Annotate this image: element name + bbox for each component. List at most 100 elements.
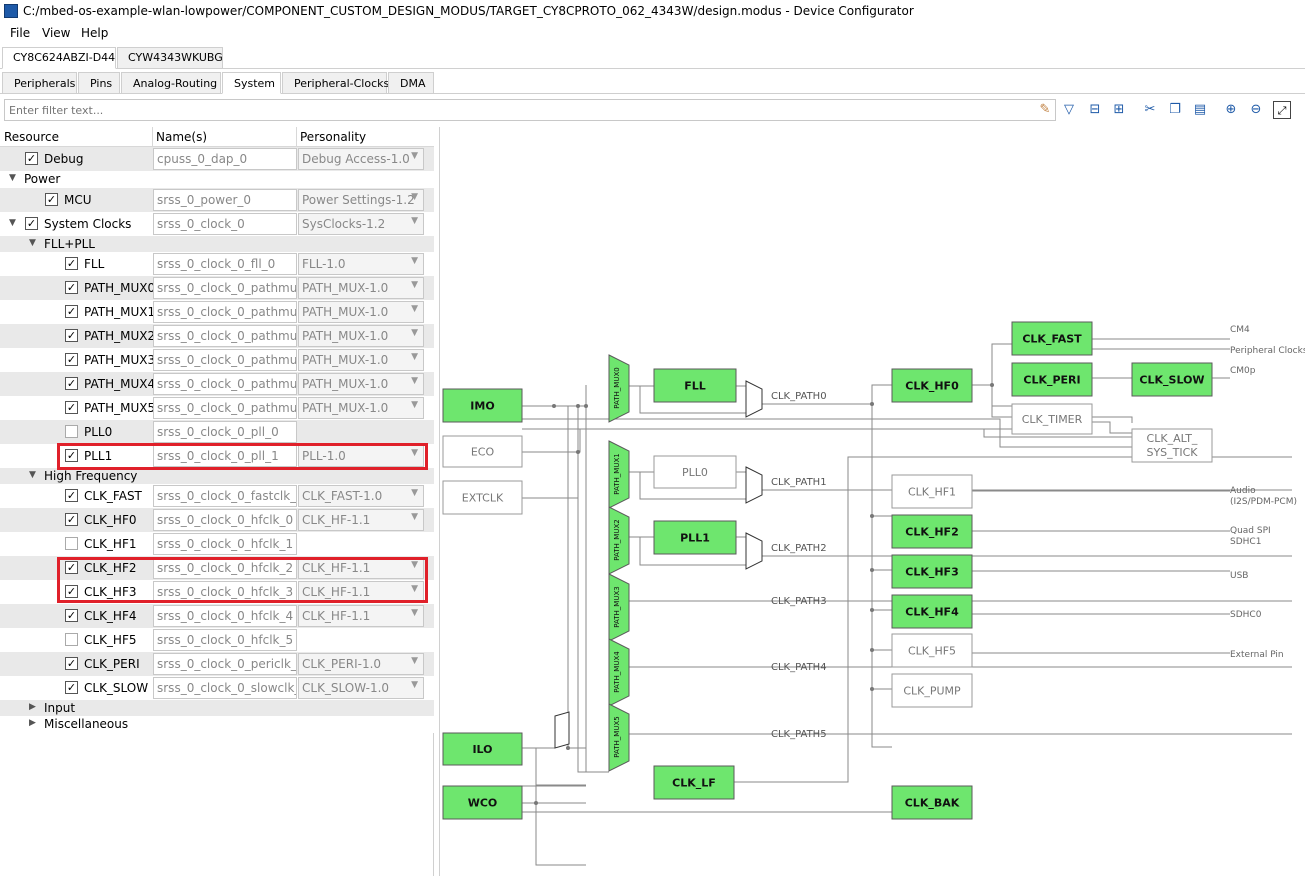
tree-row[interactable]: ✓ CLK_FAST srss_0_clock_0_fastclk_0 CLK_FAS… (0, 484, 434, 508)
collapse-all-icon[interactable]: ⊟ (1086, 101, 1104, 119)
personality-select[interactable]: PLL-1.0 ▼ (298, 445, 424, 467)
personality-select[interactable]: CLK_HF-1.1 ▼ (298, 581, 424, 603)
column-names[interactable]: Name(s) (156, 130, 207, 144)
collapse-arrow-icon[interactable]: ▼ (9, 173, 16, 183)
source-wco[interactable]: WCO (442, 785, 523, 820)
personality-select[interactable]: CLK_PERI-1.0 ▼ (298, 653, 424, 675)
instance-name-field[interactable]: srss_0_clock_0_hfclk_5 (153, 629, 297, 651)
personality-select[interactable]: PATH_MUX-1.0 ▼ (298, 373, 424, 395)
filter-icon[interactable]: ▽ (1060, 101, 1078, 119)
chevron-down-icon[interactable]: ▼ (411, 608, 418, 618)
tree-row[interactable]: ▶ Input (0, 700, 434, 716)
tree-row[interactable]: ✓ CLK_HF0 srss_0_clock_0_hfclk_0 CLK_HF-1.1… (0, 508, 434, 532)
tree-row[interactable]: ✓ CLK_HF3 srss_0_clock_0_hfclk_3 CLK_HF-1.1… (0, 580, 434, 604)
clk-timer-block[interactable]: CLK_TIMER (1011, 403, 1093, 435)
enable-checkbox[interactable]: ✓ (65, 681, 78, 694)
clk-slow-block[interactable]: CLK_SLOW (1131, 362, 1213, 397)
tab-device-cy8c624abzi[interactable]: CY8C624ABZI-D44 (2, 47, 116, 69)
personality-select[interactable]: PATH_MUX-1.0 ▼ (298, 349, 424, 371)
tree-row[interactable]: ✓ PLL1 srss_0_clock_0_pll_1 PLL-1.0 ▼ (0, 444, 434, 468)
copy-icon[interactable]: ❐ (1166, 101, 1184, 119)
collapse-arrow-icon[interactable]: ▼ (29, 238, 36, 248)
pll0-block[interactable]: PLL0 (653, 455, 737, 489)
hf-clock-2[interactable]: CLK_HF2 (891, 514, 973, 549)
personality-select[interactable]: PATH_MUX-1.0 ▼ (298, 397, 424, 419)
instance-name-field[interactable]: srss_0_clock_0_fll_0 (153, 253, 297, 275)
path-select-mux[interactable] (745, 532, 763, 570)
tree-row[interactable]: CLK_HF5 srss_0_clock_0_hfclk_5 (0, 628, 434, 652)
tree-row[interactable]: CLK_HF1 srss_0_clock_0_hfclk_1 (0, 532, 434, 556)
tab-dma[interactable]: DMA (388, 72, 434, 94)
instance-name-field[interactable]: srss_0_clock_0_hfclk_4 (153, 605, 297, 627)
enable-checkbox[interactable] (65, 633, 78, 646)
fll-block[interactable]: FLL (653, 368, 737, 403)
chevron-down-icon[interactable]: ▼ (411, 304, 418, 314)
instance-name-field[interactable]: srss_0_clock_0_periclk_0 (153, 653, 297, 675)
instance-name-field[interactable]: srss_0_clock_0 (153, 213, 297, 235)
tab-system[interactable]: System (222, 72, 281, 94)
path-mux-4[interactable]: PATH_MUX4 (608, 638, 630, 707)
source-extclk[interactable]: EXTCLK (442, 480, 523, 515)
clk-lf-block[interactable]: CLK_LF (653, 765, 735, 800)
enable-checkbox[interactable] (65, 425, 78, 438)
personality-select[interactable]: CLK_HF-1.1 ▼ (298, 605, 424, 627)
fit-to-window-icon[interactable]: ⤢ (1273, 101, 1291, 119)
tree-row[interactable]: ✓PATH_MUX1srss_0_clock_0_pathmux_1PATH_M… (0, 300, 434, 324)
column-personality[interactable]: Personality (300, 130, 366, 144)
enable-checkbox[interactable]: ✓ (65, 513, 78, 526)
pll1-block[interactable]: PLL1 (653, 520, 737, 555)
personality-select[interactable]: CLK_SLOW-1.0 ▼ (298, 677, 424, 699)
tab-peripherals[interactable]: Peripherals (2, 72, 77, 94)
enable-checkbox[interactable]: ✓ (65, 329, 78, 342)
tree-row[interactable]: ✓ CLK_HF2 srss_0_clock_0_hfclk_2 CLK_HF-1.1… (0, 556, 434, 580)
tree-row[interactable]: ✓ Debug cpuss_0_dap_0 Debug Access-1.0 ▼ (0, 147, 434, 171)
chevron-down-icon[interactable]: ▼ (411, 376, 418, 386)
personality-select[interactable]: PATH_MUX-1.0 ▼ (298, 325, 424, 347)
personality-select[interactable]: CLK_HF-1.1 ▼ (298, 509, 424, 531)
tree-row[interactable]: ✓ CLK_PERI srss_0_clock_0_periclk_0 CLK_PER… (0, 652, 434, 676)
instance-name-field[interactable]: srss_0_clock_0_slowclk_0 (153, 677, 297, 699)
chevron-down-icon[interactable]: ▼ (411, 680, 418, 690)
tab-device-cyw4343wkubg[interactable]: CYW4343WKUBG (117, 47, 223, 69)
collapse-arrow-icon[interactable]: ▼ (29, 470, 36, 480)
tree-row[interactable]: ▶ Miscellaneous (0, 716, 434, 733)
enable-checkbox[interactable]: ✓ (65, 305, 78, 318)
hf-clock-3[interactable]: CLK_HF3 (891, 554, 973, 589)
hf-clock-6[interactable]: CLK_PUMP (891, 673, 973, 708)
tree-row[interactable]: ▼ High Frequency (0, 468, 434, 484)
enable-checkbox[interactable]: ✓ (65, 609, 78, 622)
menu-view[interactable]: View (42, 26, 70, 40)
enable-checkbox[interactable]: ✓ (65, 449, 78, 462)
chevron-down-icon[interactable]: ▼ (411, 584, 418, 594)
enable-checkbox[interactable]: ✓ (25, 152, 38, 165)
zoom-in-icon[interactable]: ⊕ (1222, 101, 1240, 119)
instance-name-field[interactable]: srss_0_clock_0_pll_0 (153, 421, 297, 443)
chevron-down-icon[interactable]: ▼ (411, 448, 418, 458)
zoom-out-icon[interactable]: ⊖ (1247, 101, 1265, 119)
menu-help[interactable]: Help (81, 26, 108, 40)
enable-checkbox[interactable]: ✓ (65, 489, 78, 502)
paste-icon[interactable]: ▤ (1191, 101, 1209, 119)
enable-checkbox[interactable] (65, 537, 78, 550)
path-select-mux[interactable] (745, 466, 763, 504)
tree-row[interactable]: ✓PATH_MUX0srss_0_clock_0_pathmux_0PATH_M… (0, 276, 434, 300)
tree-row[interactable]: ✓PATH_MUX3srss_0_clock_0_pathmux_3PATH_M… (0, 348, 434, 372)
instance-name-field[interactable]: srss_0_clock_0_pll_1 (153, 445, 297, 467)
expand-arrow-icon[interactable]: ▶ (29, 718, 36, 728)
path-mux-2[interactable]: PATH_MUX2 (608, 506, 630, 575)
chevron-down-icon[interactable]: ▼ (411, 400, 418, 410)
instance-name-field[interactable]: srss_0_clock_0_hfclk_0 (153, 509, 297, 531)
enable-checkbox[interactable]: ✓ (65, 561, 78, 574)
column-resource[interactable]: Resource (4, 130, 59, 144)
enable-checkbox[interactable]: ✓ (25, 217, 38, 230)
instance-name-field[interactable]: srss_0_clock_0_pathmux_1 (153, 301, 297, 323)
enable-checkbox[interactable]: ✓ (65, 281, 78, 294)
hf-clock-0[interactable]: CLK_HF0 (891, 368, 973, 403)
instance-name-field[interactable]: srss_0_power_0 (153, 189, 297, 211)
personality-select[interactable]: CLK_HF-1.1 ▼ (298, 557, 424, 579)
tree-row[interactable]: ✓ FLL srss_0_clock_0_fll_0 FLL-1.0 ▼ (0, 252, 434, 276)
tree-row[interactable]: PLL0 srss_0_clock_0_pll_0 (0, 420, 434, 444)
clear-filter-icon[interactable]: ✎ (1036, 101, 1054, 119)
tab-pins[interactable]: Pins (78, 72, 120, 94)
tree-row[interactable]: ✓PATH_MUX2srss_0_clock_0_pathmux_2PATH_M… (0, 324, 434, 348)
